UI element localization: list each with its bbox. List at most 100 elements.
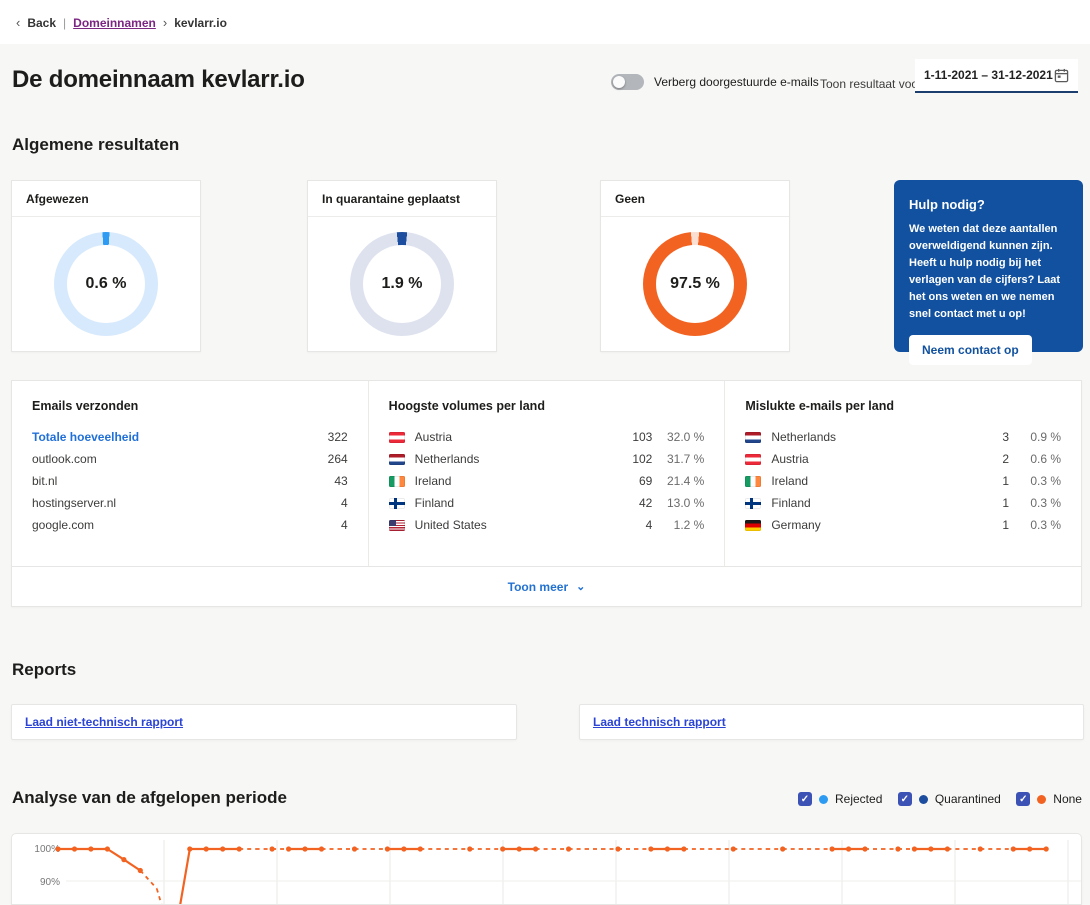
back-link[interactable]: Back <box>27 16 56 30</box>
report-card-technical: Laad technisch rapport <box>579 704 1084 740</box>
volumes-column: Hoogste volumes per land Austria 103 32.… <box>368 381 725 566</box>
donut-card-none: Geen 97.5 % <box>600 180 790 352</box>
legend-checkbox[interactable]: ✓ <box>898 792 912 806</box>
country-name: Ireland <box>771 474 969 488</box>
country-name: Netherlands <box>415 452 613 466</box>
data-point-marker <box>220 846 225 851</box>
country-flag-icon <box>389 454 405 465</box>
breadcrumb-domains-link[interactable]: Domeinnamen <box>73 16 156 30</box>
donut-card-title: Afgewezen <box>12 181 200 217</box>
row-percent: 31.7 % <box>652 452 704 466</box>
calendar-icon[interactable] <box>1054 68 1069 83</box>
data-point-marker <box>88 846 93 851</box>
country-flag-icon <box>389 520 405 531</box>
table-row: Netherlands 3 0.9 % <box>745 426 1061 448</box>
row-percent: 21.4 % <box>652 474 704 488</box>
donut-value: 1.9 % <box>382 275 423 293</box>
data-point-marker <box>681 846 686 851</box>
row-count: 4 <box>612 518 652 532</box>
country-name: Austria <box>415 430 613 444</box>
y-axis-tick-90: 90% <box>40 877 60 888</box>
volumes-heading: Hoogste volumes per land <box>389 399 705 413</box>
table-row: Netherlands 102 31.7 % <box>389 448 705 470</box>
donut-chart-none: 97.5 % <box>643 232 747 336</box>
total-amount-link[interactable]: Totale hoeveelheid <box>32 430 308 444</box>
breadcrumb: ‹ Back | Domeinnamen › kevlarr.io <box>16 15 227 30</box>
row-count: 264 <box>308 452 348 466</box>
data-point-marker <box>121 857 126 862</box>
legend-checkbox[interactable]: ✓ <box>798 792 812 806</box>
country-name: United States <box>415 518 613 532</box>
data-point-marker <box>665 846 670 851</box>
country-name: Ireland <box>415 474 613 488</box>
row-label: outlook.com <box>32 452 308 466</box>
country-name: Germany <box>771 518 969 532</box>
data-point-marker <box>237 846 242 851</box>
country-name: Finland <box>415 496 613 510</box>
line-chart: 100% 90% <box>12 834 1081 905</box>
legend-series-dot-icon <box>919 795 928 804</box>
back-chevron-icon: ‹ <box>16 15 20 30</box>
data-point-marker <box>401 846 406 851</box>
row-label: hostingserver.nl <box>32 496 308 510</box>
row-count: 322 <box>308 430 348 444</box>
donut-value: 0.6 % <box>86 275 127 293</box>
legend-checkbox[interactable]: ✓ <box>1016 792 1030 806</box>
data-point-marker <box>1011 846 1016 851</box>
row-label: bit.nl <box>32 474 308 488</box>
row-count: 102 <box>612 452 652 466</box>
none-series-markers <box>55 846 1048 873</box>
row-percent: 0.3 % <box>1009 496 1061 510</box>
table-row: Finland 42 13.0 % <box>389 492 705 514</box>
help-card-body: We weten dat deze aantallen overweldigen… <box>909 221 1068 323</box>
data-point-marker <box>945 846 950 851</box>
legend-label: None <box>1053 792 1082 806</box>
row-count: 4 <box>308 518 348 532</box>
donut-card-title: Geen <box>601 181 789 217</box>
donut-card-rejected: Afgewezen 0.6 % <box>11 180 201 352</box>
hide-forwarded-toggle[interactable]: Verberg doorgestuurde e-mails <box>611 74 819 90</box>
load-technical-report-link[interactable]: Laad technisch rapport <box>593 715 726 729</box>
row-percent: 0.9 % <box>1009 430 1061 444</box>
data-point-marker <box>912 846 917 851</box>
table-row: bit.nl 43 <box>32 470 348 492</box>
show-more-button[interactable]: Toon meer ⌄ <box>12 566 1081 606</box>
breadcrumb-chevron-icon: › <box>163 15 167 30</box>
data-point-marker <box>270 846 275 851</box>
data-point-marker <box>1027 846 1032 851</box>
load-nontechnical-report-link[interactable]: Laad niet-technisch rapport <box>25 715 183 729</box>
data-point-marker <box>385 846 390 851</box>
country-flag-icon <box>745 432 761 443</box>
donut-chart-rejected: 0.6 % <box>54 232 158 336</box>
donut-value: 97.5 % <box>670 275 720 293</box>
data-point-marker <box>1044 846 1049 851</box>
country-name: Austria <box>771 452 969 466</box>
legend-item: ✓ None <box>1016 792 1082 806</box>
chart-legend: ✓ Rejected ✓ Quarantined ✓ None <box>798 792 1082 806</box>
table-row: Finland 1 0.3 % <box>745 492 1061 514</box>
row-percent: 0.3 % <box>1009 474 1061 488</box>
toggle-track[interactable] <box>611 74 644 90</box>
date-range-input[interactable]: 1-11-2021 – 31-12-2021 <box>915 59 1078 93</box>
data-point-marker <box>533 846 538 851</box>
none-series-solid-line <box>58 849 1046 905</box>
table-row: Ireland 69 21.4 % <box>389 470 705 492</box>
row-count: 69 <box>612 474 652 488</box>
row-count: 1 <box>969 474 1009 488</box>
data-point-marker <box>566 846 571 851</box>
donut-card-quarantined: In quarantaine geplaatst 1.9 % <box>307 180 497 352</box>
data-point-marker <box>187 846 192 851</box>
donut-chart-quarantined: 1.9 % <box>350 232 454 336</box>
data-point-marker <box>780 846 785 851</box>
country-flag-icon <box>745 476 761 487</box>
show-more-label: Toon meer <box>508 580 568 594</box>
data-point-marker <box>830 846 835 851</box>
row-count: 42 <box>612 496 652 510</box>
table-row: Ireland 1 0.3 % <box>745 470 1061 492</box>
legend-series-dot-icon <box>1037 795 1046 804</box>
legend-label: Rejected <box>835 792 882 806</box>
country-name: Netherlands <box>771 430 969 444</box>
help-card-title: Hulp nodig? <box>909 197 1068 212</box>
row-count: 43 <box>308 474 348 488</box>
contact-button[interactable]: Neem contact op <box>909 335 1032 365</box>
